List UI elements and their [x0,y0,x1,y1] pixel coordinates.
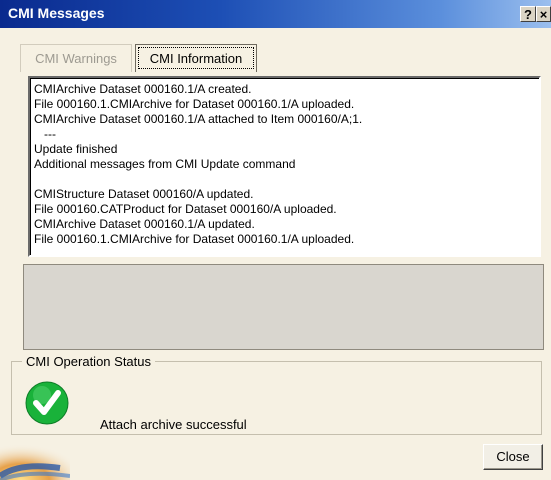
message-line: CMIArchive Dataset 000160.1/A updated. [34,217,255,231]
title-bar[interactable]: CMI Messages ? × [0,0,551,28]
message-line: File 000160.1.CMIArchive for Dataset 000… [34,97,355,111]
message-line: File 000160.CATProduct for Dataset 00016… [34,202,337,216]
window-close-button[interactable]: × [536,6,551,22]
check-icon [25,381,69,425]
message-line: Additional messages from CMI Update comm… [34,157,296,171]
message-line: --- [34,127,56,141]
tab-cmi-information[interactable]: CMI Information [135,44,257,72]
messages-text-area[interactable]: CMIArchive Dataset 000160.1/A created. F… [28,76,541,257]
details-panel [23,264,544,350]
catia-logo-icon [0,440,70,480]
message-line: File 000160.1.CMIArchive for Dataset 000… [34,232,355,246]
message-line: Update finished [34,142,118,156]
message-line: CMIStructure Dataset 000160/A updated. [34,187,254,201]
cmi-messages-dialog: CMI Messages ? × CMI Warnings CMI Inform… [0,0,551,480]
operation-status-group [11,361,542,435]
message-line [34,172,539,187]
status-message: Attach archive successful [100,417,247,432]
help-button[interactable]: ? [520,6,536,22]
message-line: CMIArchive Dataset 000160.1/A attached t… [34,112,363,126]
message-line: CMIArchive Dataset 000160.1/A created. [34,82,252,96]
close-button[interactable]: Close [483,444,543,470]
operation-status-label: CMI Operation Status [22,354,155,369]
window-title: CMI Messages [8,5,105,21]
tab-cmi-warnings[interactable]: CMI Warnings [20,44,132,72]
